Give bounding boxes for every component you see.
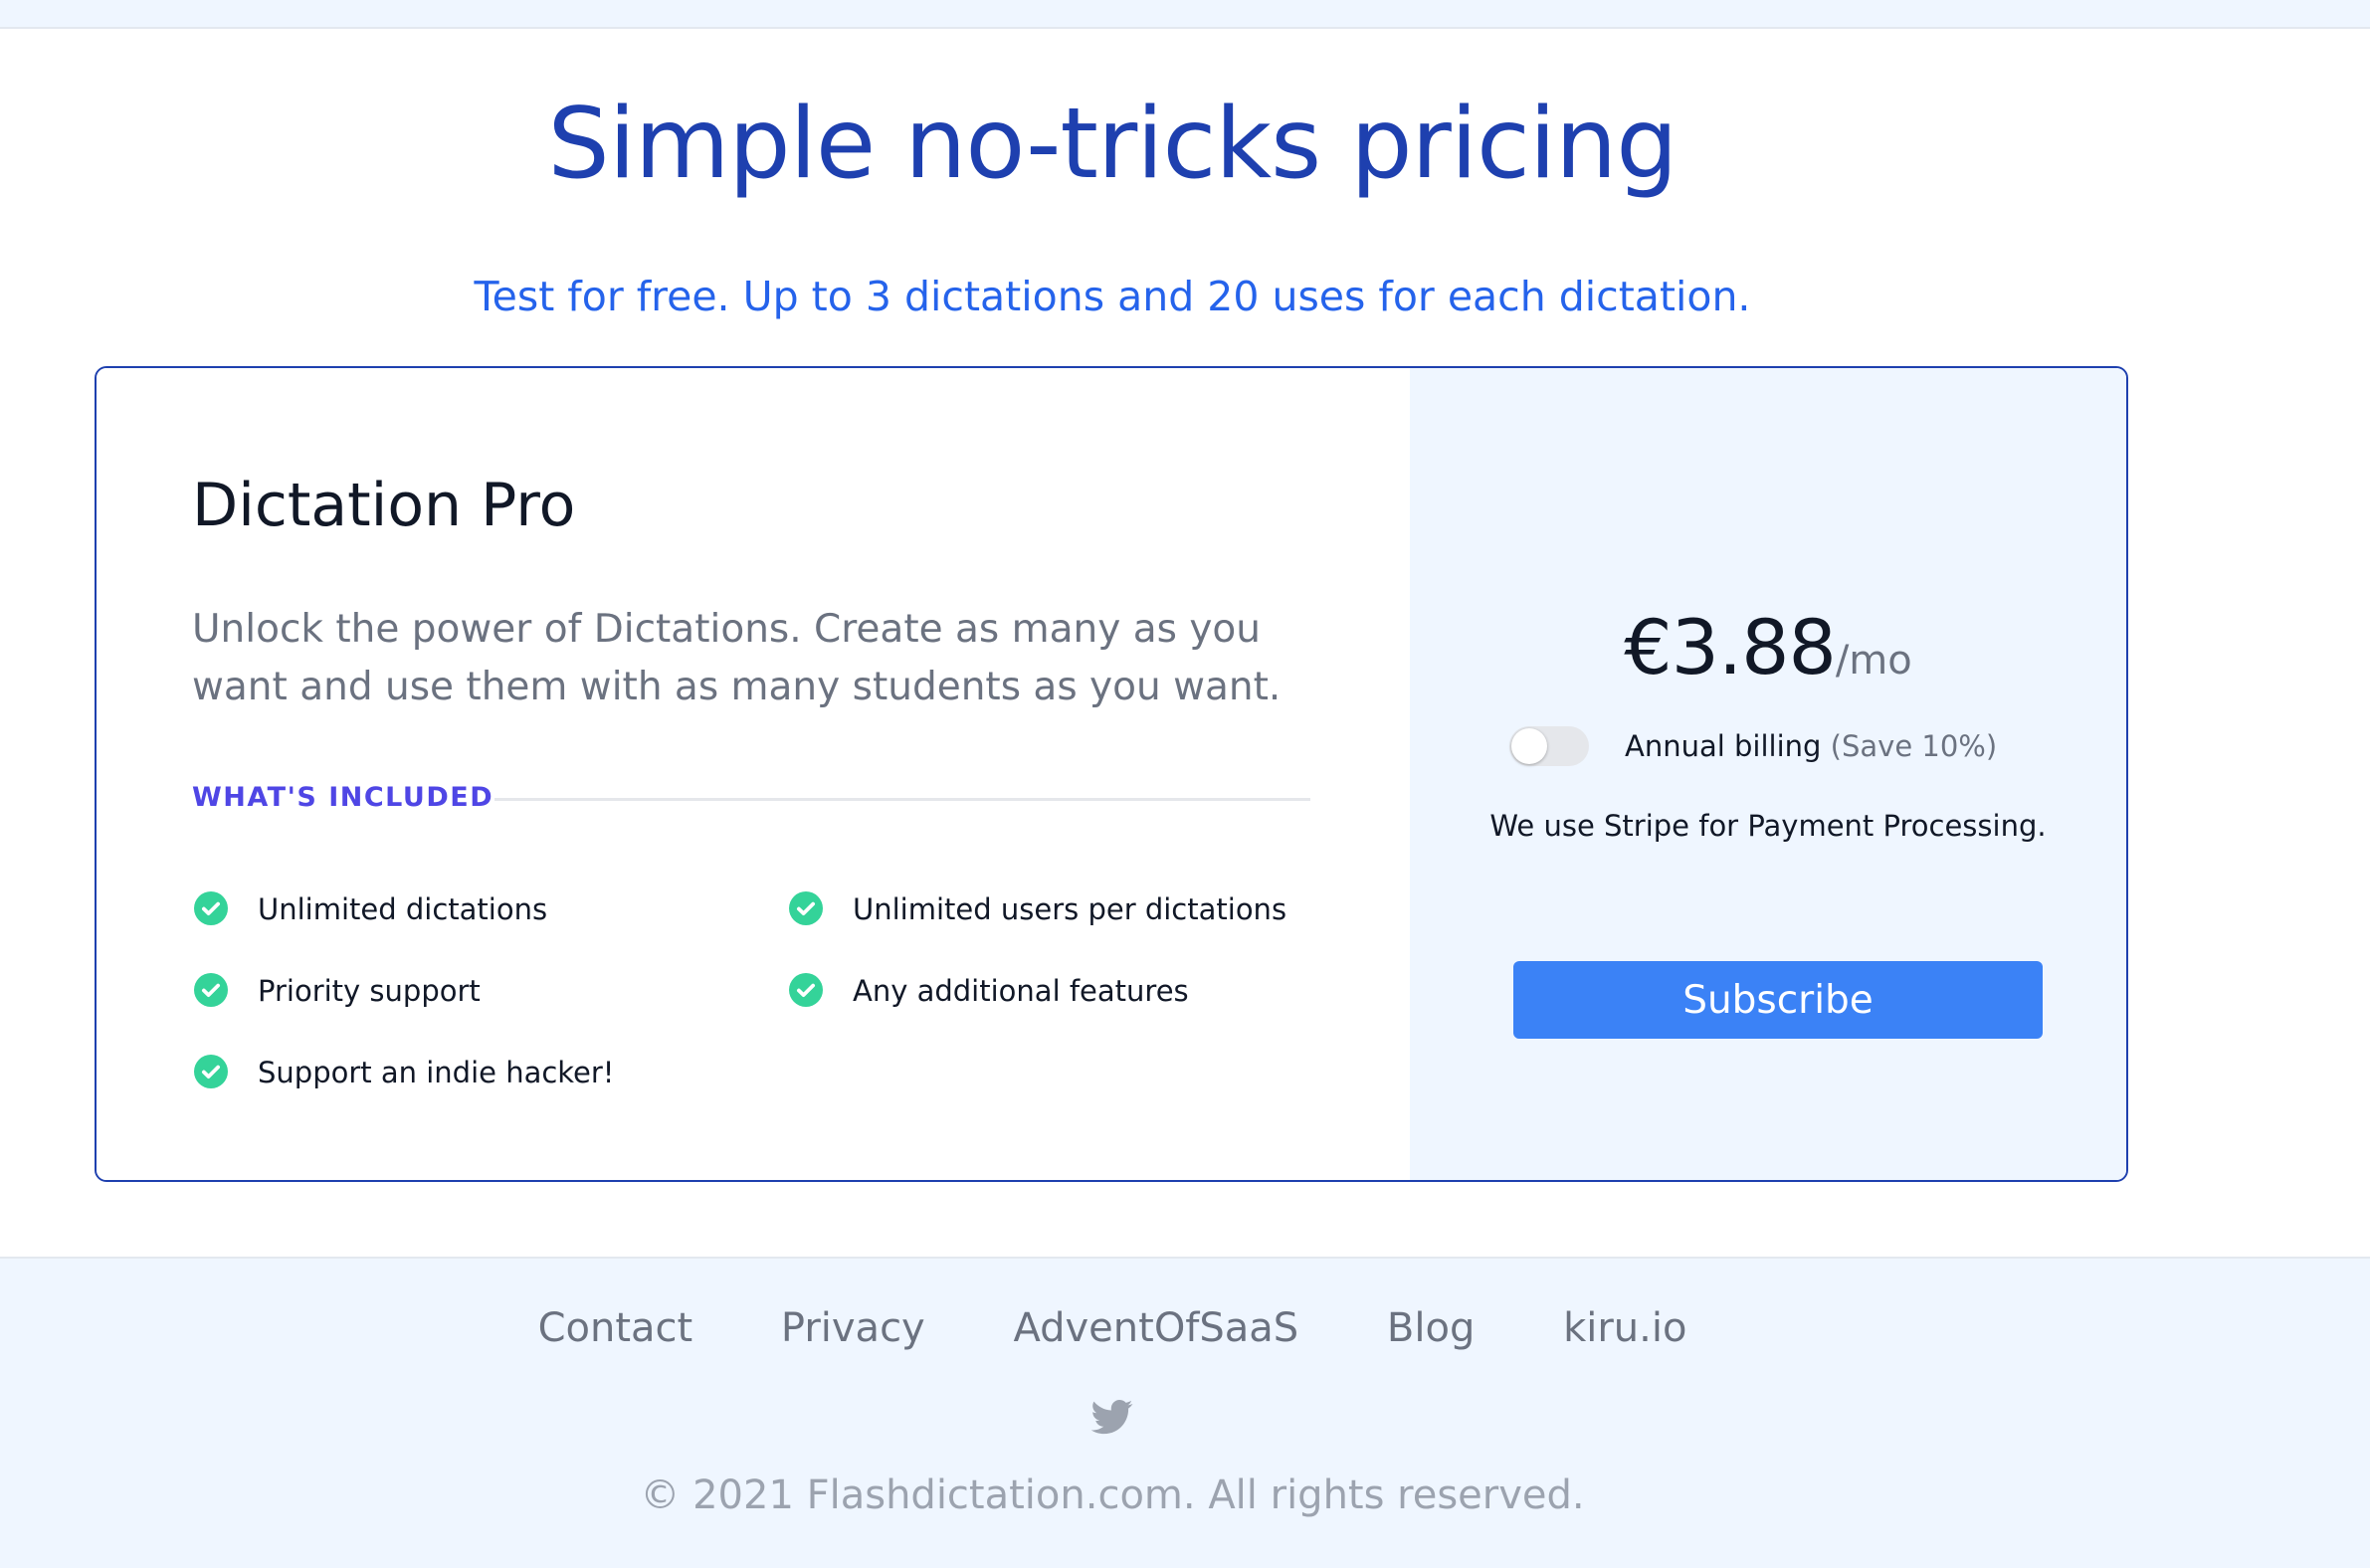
price-panel [1410,368,2126,1180]
annual-billing-label: Annual billing [1625,729,1822,763]
copyright-text: © 2021 Flashdictation.com. All rights re… [640,1472,1585,1518]
price-period: /mo [1835,638,1912,684]
footer-link-contact[interactable]: Contact [538,1305,693,1351]
feature-label: Priority support [258,974,481,1008]
check-circle-icon [789,891,823,925]
included-label: WHAT'S INCLUDED [192,782,494,813]
toggle-knob [1511,728,1547,764]
page-title: Simple no-tricks pricing [547,88,1679,201]
footer-link-kiru[interactable]: kiru.io [1563,1305,1686,1351]
page-subtitle: Test for free. Up to 3 dictations and 20… [474,273,1751,320]
pricing-card: Dictation Pro Unlock the power of Dictat… [95,366,2128,1182]
check-circle-icon [194,1055,228,1088]
footer-link-adventofsaas[interactable]: AdventOfSaaS [1013,1305,1298,1351]
footer-nav: Contact Privacy AdventOfSaaS Blog kiru.i… [0,1298,2225,1358]
feature-label: Unlimited users per dictations [853,892,1287,926]
subscribe-button[interactable]: Subscribe [1513,961,2043,1039]
top-strip [0,0,2370,29]
footer-link-privacy[interactable]: Privacy [781,1305,925,1351]
annual-billing-label-group: Annual billing (Save 10%) [1625,726,1997,766]
annual-savings-label: (Save 10%) [1830,729,1998,763]
feature-label: Support an indie hacker! [258,1056,615,1089]
included-section-header: WHAT'S INCLUDED [192,778,1310,818]
check-circle-icon [194,973,228,1007]
check-circle-icon [194,891,228,925]
annual-billing-toggle[interactable] [1509,726,1589,766]
stripe-note: We use Stripe for Payment Processing. [1489,809,2047,843]
feature-label: Unlimited dictations [258,892,548,926]
check-circle-icon [789,973,823,1007]
footer: Contact Privacy AdventOfSaaS Blog kiru.i… [0,1257,2370,1568]
price-amount: €3.88 [1624,603,1837,691]
footer-link-blog[interactable]: Blog [1387,1305,1475,1351]
divider [494,798,1310,801]
feature-label: Any additional features [853,974,1189,1008]
plan-description: Unlock the power of Dictations. Create a… [192,607,1282,709]
plan-details-panel: Dictation Pro Unlock the power of Dictat… [97,368,1410,1180]
plan-name: Dictation Pro [192,471,576,540]
twitter-icon[interactable] [1091,1396,1133,1438]
price-display: €3.88/mo [1410,603,2126,691]
